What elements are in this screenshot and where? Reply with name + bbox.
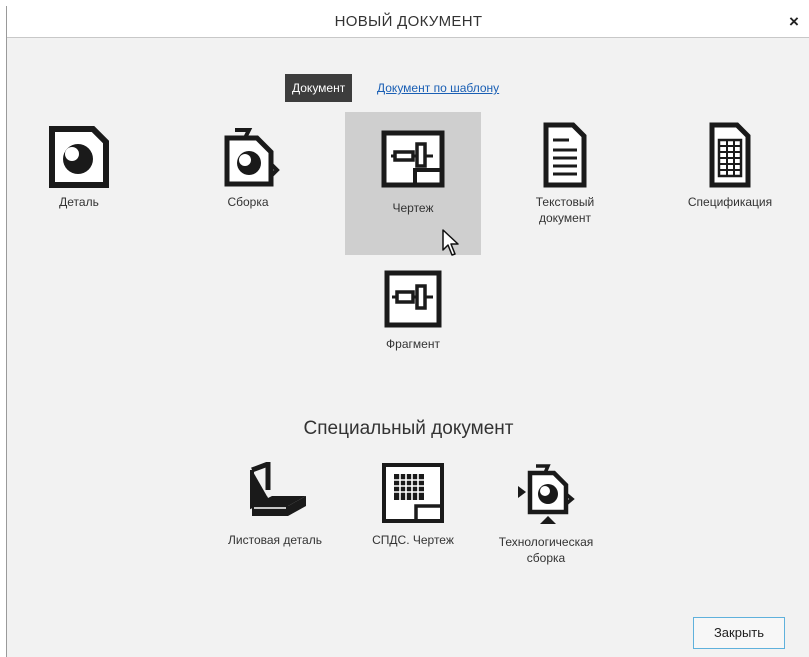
tab-document[interactable]: Документ xyxy=(285,74,353,102)
special-label-sheet-part: Листовая деталь xyxy=(228,533,322,547)
doc-label-specification: Спецификация xyxy=(687,195,773,209)
doc-tile-part[interactable]: Деталь xyxy=(39,126,119,210)
doc-tile-text-document[interactable]: Текстовый документ xyxy=(515,122,615,226)
doc-tile-assembly[interactable]: Сборка xyxy=(203,126,293,210)
fragment-icon xyxy=(384,270,442,328)
drawing-icon xyxy=(381,130,445,188)
special-tile-tech-assembly[interactable]: Технологическая сборка xyxy=(481,462,611,566)
title-bar: НОВЫЙ ДОКУМЕНТ × xyxy=(7,6,809,38)
assembly-icon xyxy=(224,128,280,187)
sheet-part-icon xyxy=(250,462,306,516)
close-button[interactable]: Закрыть xyxy=(693,617,785,649)
text-document-icon xyxy=(543,122,587,188)
document-tabs: Документ Документ по шаблону xyxy=(7,74,809,102)
tab-template-link[interactable]: Документ по шаблону xyxy=(377,74,499,102)
doc-tile-specification[interactable]: Спецификация xyxy=(671,122,789,210)
doc-tile-fragment[interactable]: Фрагмент xyxy=(363,270,463,352)
doc-label-drawing: Чертеж xyxy=(392,201,434,215)
new-document-dialog: НОВЫЙ ДОКУМЕНТ × Документ Документ по ша… xyxy=(6,6,809,657)
close-icon[interactable]: × xyxy=(782,6,806,38)
special-label-tech-assembly: Технологическая сборка xyxy=(498,535,594,565)
specification-icon xyxy=(709,122,751,188)
doc-label-fragment: Фрагмент xyxy=(386,337,440,351)
doc-label-text-document: Текстовый документ xyxy=(535,195,595,225)
spds-drawing-icon xyxy=(382,463,444,523)
dialog-title: НОВЫЙ ДОКУМЕНТ xyxy=(334,13,483,30)
mouse-cursor-icon xyxy=(442,229,459,256)
doc-label-part: Деталь xyxy=(59,195,99,209)
part-icon xyxy=(49,126,109,188)
special-label-spds-drawing: СПДС. Чертеж xyxy=(372,533,454,547)
special-section-title: Специальный документ xyxy=(303,418,514,439)
special-tile-spds-drawing[interactable]: СПДС. Чертеж xyxy=(359,462,467,548)
doc-label-assembly: Сборка xyxy=(227,195,269,209)
tech-assembly-icon xyxy=(518,464,575,524)
special-tile-sheet-part[interactable]: Листовая деталь xyxy=(213,462,337,548)
